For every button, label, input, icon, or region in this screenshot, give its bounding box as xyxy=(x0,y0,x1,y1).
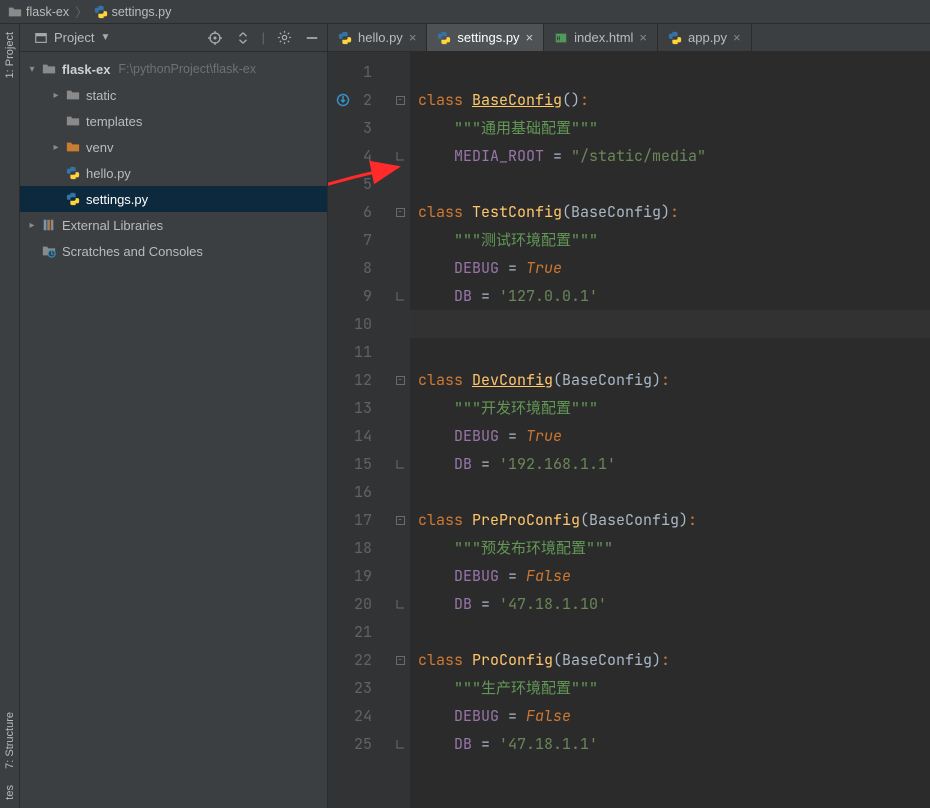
left-tool-strip: 1: Project 7: Structure tes xyxy=(0,24,20,808)
tab-settings[interactable]: settings.py × xyxy=(427,24,544,51)
tree-folder-static[interactable]: ▸ static xyxy=(20,82,327,108)
tab-label: app.py xyxy=(688,30,727,45)
tree-external-libs[interactable]: ▸ External Libraries xyxy=(20,212,327,238)
fold-toggle[interactable]: − xyxy=(390,366,410,394)
chevron-down-icon: ▼ xyxy=(100,32,110,43)
tab-label: settings.py xyxy=(457,30,519,45)
gear-icon[interactable] xyxy=(275,29,293,47)
structure-tool-tab[interactable]: 7: Structure xyxy=(2,704,18,777)
folder-icon xyxy=(66,88,80,102)
project-tree[interactable]: ▾ flask-ex F:\pythonProject\flask-ex ▸ s… xyxy=(20,52,327,808)
folder-icon xyxy=(42,62,56,76)
fold-toggle[interactable]: − xyxy=(390,198,410,226)
project-panel-title: Project xyxy=(54,30,94,45)
tab-hello[interactable]: hello.py × xyxy=(328,24,427,51)
svg-text:H: H xyxy=(557,35,561,42)
locate-icon[interactable] xyxy=(206,29,224,47)
tab-app[interactable]: app.py × xyxy=(658,24,752,51)
tree-folder-venv[interactable]: ▸ venv xyxy=(20,134,327,160)
code-content[interactable]: class BaseConfig(): """通用基础配置""" MEDIA_R… xyxy=(410,52,930,808)
project-tool-tab[interactable]: 1: Project xyxy=(2,24,18,86)
fold-gutter[interactable]: − − − − − xyxy=(390,52,410,808)
folder-excluded-icon xyxy=(66,140,80,154)
breadcrumb-root-label: flask-ex xyxy=(26,5,69,19)
close-icon[interactable]: × xyxy=(409,30,417,45)
editor-area: hello.py × settings.py × H index.html × … xyxy=(328,24,930,808)
chevron-down-icon[interactable]: ▾ xyxy=(26,64,38,75)
python-file-icon xyxy=(94,5,108,19)
breadcrumb-file-label: settings.py xyxy=(112,5,172,19)
chevron-right-icon[interactable]: ▸ xyxy=(50,142,62,153)
tree-root-path: F:\pythonProject\flask-ex xyxy=(118,62,256,76)
folder-icon xyxy=(8,5,22,19)
tree-root[interactable]: ▾ flask-ex F:\pythonProject\flask-ex xyxy=(20,56,327,82)
project-icon xyxy=(34,31,48,45)
favorites-tool-tab[interactable]: tes xyxy=(2,777,18,808)
line-number-gutter[interactable]: 1234567891011121314151617181920212223242… xyxy=(328,52,390,808)
hide-panel-icon[interactable] xyxy=(303,29,321,47)
project-panel-header: Project ▼ | xyxy=(20,24,327,52)
library-icon xyxy=(42,218,56,232)
tree-item-label: static xyxy=(86,88,116,103)
python-file-icon xyxy=(66,192,80,206)
expand-all-icon[interactable] xyxy=(234,29,252,47)
chevron-right-icon[interactable]: ▸ xyxy=(50,90,62,101)
python-file-icon xyxy=(437,31,451,45)
python-file-icon xyxy=(66,166,80,180)
project-panel: Project ▼ | xyxy=(20,24,328,808)
tab-label: index.html xyxy=(574,30,633,45)
breadcrumb: flask-ex 〉 settings.py xyxy=(0,0,930,24)
close-icon[interactable]: × xyxy=(639,30,647,45)
breadcrumb-root[interactable]: flask-ex xyxy=(6,5,71,19)
close-icon[interactable]: × xyxy=(733,30,741,45)
tree-item-label: templates xyxy=(86,114,142,129)
tab-label: hello.py xyxy=(358,30,403,45)
editor-tabs: hello.py × settings.py × H index.html × … xyxy=(328,24,930,52)
folder-icon xyxy=(66,114,80,128)
fold-toggle[interactable]: − xyxy=(390,506,410,534)
tab-index[interactable]: H index.html × xyxy=(544,24,658,51)
tree-item-label: hello.py xyxy=(86,166,131,181)
python-file-icon xyxy=(668,31,682,45)
tree-file-hello[interactable]: hello.py xyxy=(20,160,327,186)
html-file-icon: H xyxy=(554,31,568,45)
code-editor[interactable]: 1234567891011121314151617181920212223242… xyxy=(328,52,930,808)
breadcrumb-separator: 〉 xyxy=(75,2,88,21)
python-file-icon xyxy=(338,31,352,45)
close-icon[interactable]: × xyxy=(526,30,534,45)
chevron-right-icon[interactable]: ▸ xyxy=(26,220,38,231)
tree-item-label: Scratches and Consoles xyxy=(62,244,203,259)
tree-scratches[interactable]: Scratches and Consoles xyxy=(20,238,327,264)
tree-item-label: settings.py xyxy=(86,192,148,207)
fold-toggle[interactable]: − xyxy=(390,86,410,114)
tree-folder-templates[interactable]: templates xyxy=(20,108,327,134)
breadcrumb-file[interactable]: settings.py xyxy=(92,5,174,19)
separator: | xyxy=(262,30,265,45)
tree-item-label: External Libraries xyxy=(62,218,163,233)
tree-file-settings[interactable]: settings.py xyxy=(20,186,327,212)
fold-toggle[interactable]: − xyxy=(390,646,410,674)
project-view-selector[interactable]: Project ▼ xyxy=(30,28,114,47)
tree-item-label: venv xyxy=(86,140,113,155)
override-gutter-icon[interactable] xyxy=(334,86,352,114)
tree-root-label: flask-ex xyxy=(62,62,110,77)
scratches-icon xyxy=(42,244,56,258)
